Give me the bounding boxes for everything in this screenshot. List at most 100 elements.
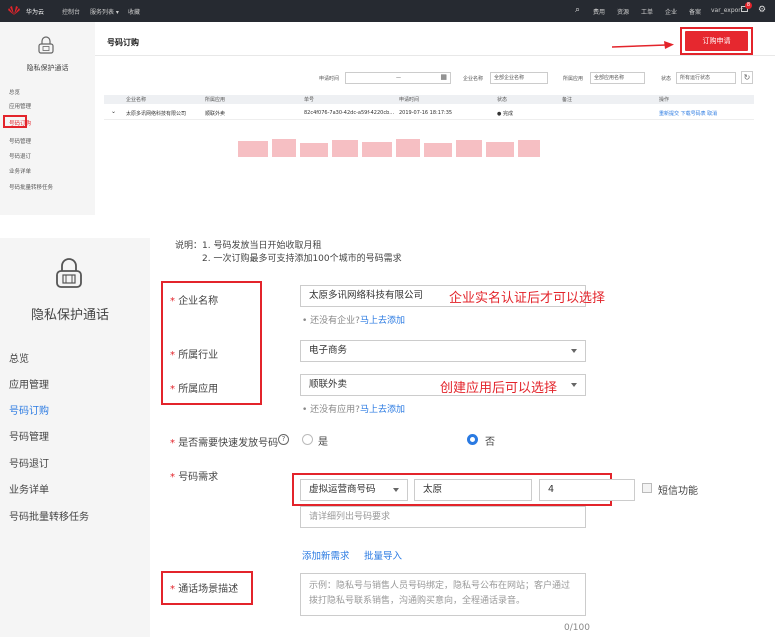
note-prefix: 说明： <box>175 241 203 251</box>
sidebar-small-item-unsubscribe[interactable]: 号码退订 <box>9 152 31 160</box>
industry-select[interactable]: 电子商务 <box>300 340 586 362</box>
sidebar-small-title: 隐私保护通话 <box>26 64 69 72</box>
radio-yes-label[interactable]: 是 <box>318 433 328 448</box>
col-status: 状态 <box>497 97 508 103</box>
chevron-down-icon <box>571 383 577 387</box>
red-arrow <box>611 36 674 55</box>
scenario-label-text: 通话场景描述 <box>178 584 239 595</box>
app-hint-text: • 还没有应用? <box>302 405 360 415</box>
sidebar-item-apps[interactable]: 应用管理 <box>9 376 49 391</box>
industry-select-value: 电子商务 <box>309 345 348 356</box>
sidebar-small-item-apps[interactable]: 应用管理 <box>9 102 31 110</box>
company-hint-text: • 还没有企业? <box>302 316 360 326</box>
lock-icon <box>36 36 56 56</box>
favorites-link[interactable]: 收藏 <box>128 7 140 16</box>
sms-checkbox[interactable] <box>642 483 652 493</box>
cell-app: 顺联外卖 <box>205 111 226 117</box>
col-order-no: 单号 <box>304 97 315 103</box>
sidebar-small-item-details[interactable]: 业务详单 <box>9 167 31 175</box>
sidebar-small-item-transfer[interactable]: 号码批量转移任务 <box>9 183 53 191</box>
nav-icp[interactable]: 备案 <box>689 7 701 16</box>
fast-issue-label: * 是否需要快速发放号码 <box>170 434 278 449</box>
form-notes: 说明：1. 号码发放当日开始收取月租 2. 一次订购最多可支持添加100个城市的… <box>175 240 402 266</box>
sidebar-item-transfer[interactable]: 号码批量转移任务 <box>9 508 89 523</box>
sidebar-item-order[interactable]: 号码订购 <box>9 402 49 417</box>
lock-icon <box>52 257 86 293</box>
company-filter-label: 企业名称 <box>463 76 484 82</box>
apply-time-label: 申请时间 <box>319 76 340 82</box>
cell-time: 2019-07-16 18:17:35 <box>399 110 453 116</box>
fast-issue-label-text: 是否需要快速发放号码 <box>178 438 279 449</box>
console-link[interactable]: 控制台 <box>62 7 80 16</box>
add-app-link[interactable]: 马上去添加 <box>360 405 405 415</box>
nav-enterprise[interactable]: 企业 <box>665 7 677 16</box>
cell-company: 太原多讯网络科技有限公司 <box>126 111 187 117</box>
cell-status: ● 完成 <box>497 111 513 117</box>
company-filter-select[interactable]: 全部企业名称 <box>490 72 548 84</box>
bulk-import-link[interactable]: 批量导入 <box>364 548 402 562</box>
apply-time-range[interactable]: — ▦ <box>345 72 451 84</box>
app-filter-select[interactable]: 全部应用名称 <box>590 72 645 84</box>
number-type-select[interactable]: 虚拟运营商号码 <box>300 479 408 501</box>
demand-detail-field[interactable]: 请详细列出号码要求 <box>300 506 586 528</box>
col-time: 申请时间 <box>399 97 420 103</box>
sidebar-item-numbers[interactable]: 号码管理 <box>9 428 49 443</box>
demand-label-text: 号码需求 <box>178 472 219 483</box>
scenario-textarea[interactable]: 示例：隐私号与销售人员号码绑定，隐私号公布在网站；客户通过拨打隐私号联系销售，沟… <box>300 573 586 616</box>
sidebar-small: 隐私保护通话 总览 应用管理 号码订购 号码管理 号码退订 业务详单 号码批量转… <box>0 22 95 215</box>
cell-actions[interactable]: 重新提交 下载号码表 取消 <box>659 110 717 117</box>
company-label: * 企业名称 <box>170 292 218 307</box>
sidebar-large: 隐私保护通话 总览 应用管理 号码订购 号码管理 号码退订 业务详单 号码批量转… <box>0 238 150 637</box>
sidebar-small-item-numbers[interactable]: 号码管理 <box>9 137 31 145</box>
sidebar-item-overview[interactable]: 总览 <box>9 350 29 365</box>
header-divider <box>95 55 775 56</box>
count-field[interactable]: 4 <box>539 479 635 501</box>
nav-resource[interactable]: 资源 <box>617 7 629 16</box>
sidebar-item-unsubscribe[interactable]: 号码退订 <box>9 455 49 470</box>
services-menu[interactable]: 服务列表 ▾ <box>90 7 119 16</box>
message-badge: 8 <box>745 2 752 9</box>
order-apply-button[interactable]: 订购申请 <box>685 31 748 51</box>
required-mark: * <box>170 584 175 595</box>
app-hint: • 还没有应用?马上去添加 <box>302 402 405 415</box>
sidebar-small-item-overview[interactable]: 总览 <box>9 88 20 96</box>
col-app: 所属应用 <box>205 97 226 103</box>
cell-order-no: 82c4f076-7a30-42dc-a59f-4220cb... <box>304 110 395 116</box>
city-field[interactable]: 太原 <box>414 479 532 501</box>
search-icon[interactable]: ⌕ <box>575 5 580 15</box>
add-demand-link[interactable]: 添加新需求 <box>302 548 350 562</box>
huawei-logo-icon[interactable] <box>7 5 21 16</box>
sidebar-large-title: 隐私保护通话 <box>30 308 109 323</box>
nav-fee[interactable]: 费用 <box>593 7 605 16</box>
col-company: 企业名称 <box>126 97 147 103</box>
number-type-value: 虚拟运营商号码 <box>309 484 376 495</box>
refresh-icon[interactable]: ↻ <box>741 71 753 84</box>
sms-label[interactable]: 短信功能 <box>658 482 698 497</box>
sidebar-item-details[interactable]: 业务详单 <box>9 481 49 496</box>
required-mark: * <box>170 472 175 483</box>
add-company-link[interactable]: 马上去添加 <box>360 316 405 326</box>
col-remark: 备注 <box>562 97 573 103</box>
nav-ticket[interactable]: 工单 <box>641 7 653 16</box>
radio-no[interactable] <box>467 434 478 445</box>
expand-chevron-icon[interactable]: ⌄ <box>111 108 116 115</box>
chevron-down-icon <box>571 349 577 353</box>
settings-icon[interactable]: ⚙ <box>758 5 766 15</box>
required-mark: * <box>170 438 175 449</box>
radio-yes[interactable] <box>302 434 313 445</box>
brand-name[interactable]: 华为云 <box>26 7 44 16</box>
status-filter-label: 状态 <box>661 76 672 82</box>
demand-label: * 号码需求 <box>170 468 218 483</box>
help-icon[interactable]: ? <box>278 434 289 445</box>
company-hint: • 还没有企业?马上去添加 <box>302 313 405 326</box>
calendar-icon[interactable]: ▦ <box>440 72 447 82</box>
char-counter: 0/100 <box>564 623 590 633</box>
table-header: 企业名称 所属应用 单号 申请时间 状态 备注 操作 <box>104 95 754 104</box>
radio-no-label[interactable]: 否 <box>485 433 495 448</box>
user-menu[interactable]: var_export <box>711 7 743 14</box>
required-mark: * <box>170 296 175 307</box>
status-filter-select[interactable]: 所有运行状态 <box>676 72 736 84</box>
chevron-down-icon <box>393 488 399 492</box>
industry-label: * 所属行业 <box>170 346 218 361</box>
scenario-label: * 通话场景描述 <box>170 580 238 595</box>
